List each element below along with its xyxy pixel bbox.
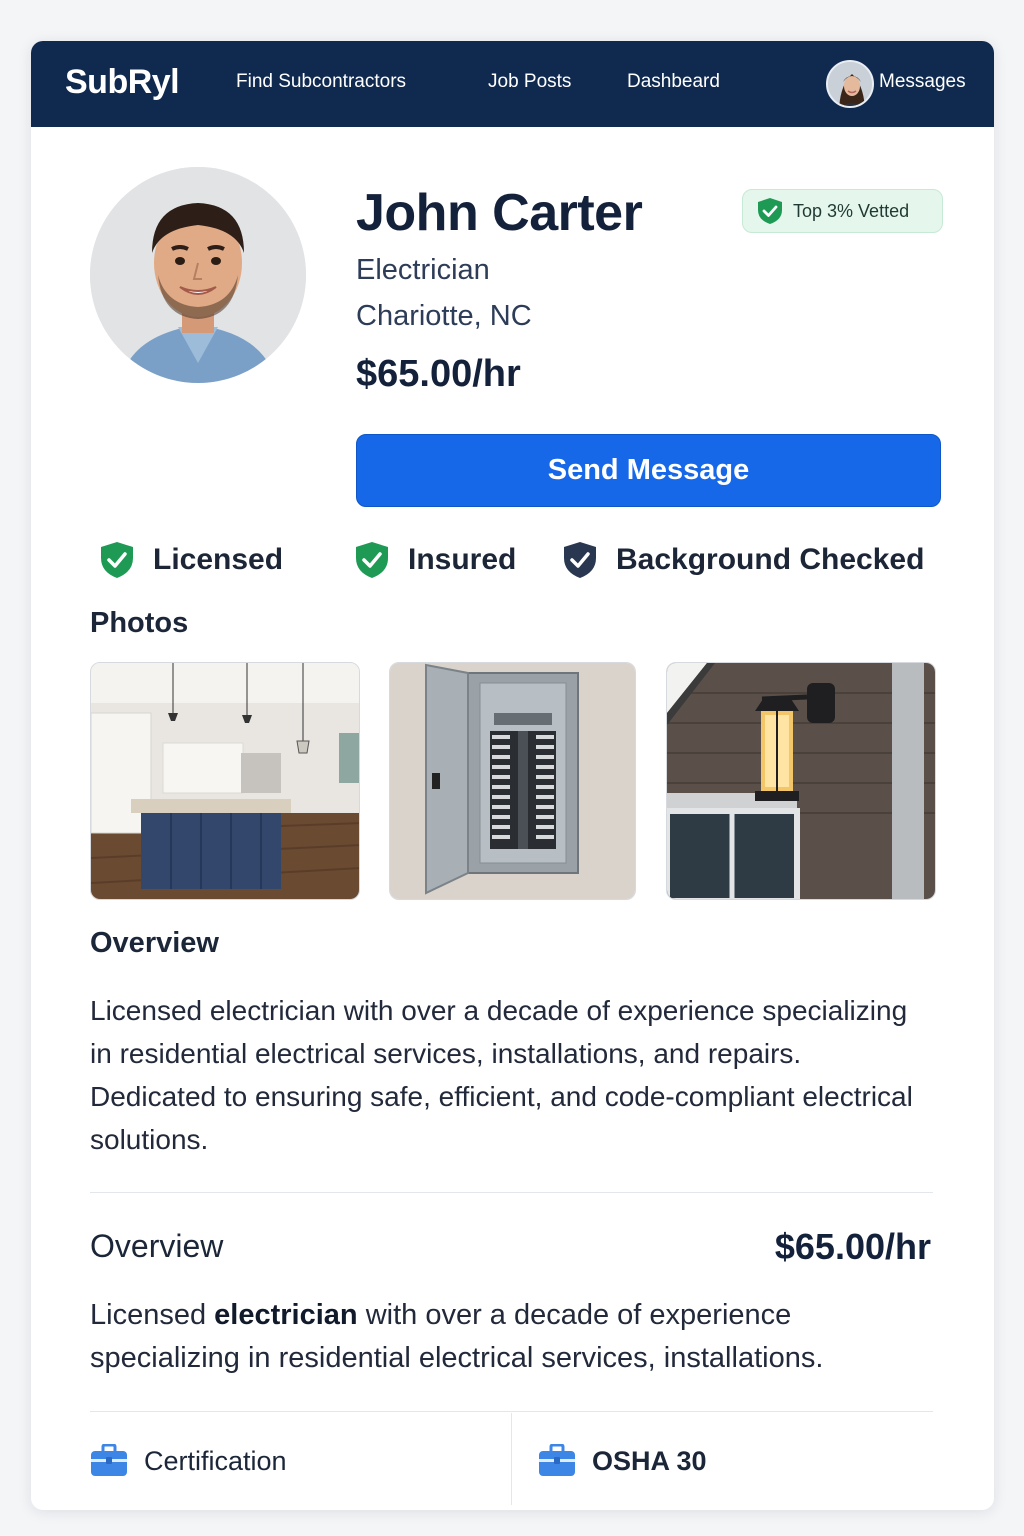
nav-dashboard[interactable]: Dashbeard	[627, 71, 720, 93]
divider	[90, 1192, 933, 1193]
overview-secondary-text-start: Licensed	[90, 1299, 215, 1331]
shield-check-icon	[101, 542, 133, 578]
user-avatar-image	[828, 62, 872, 106]
verification-label: Licensed	[153, 543, 284, 576]
send-message-button[interactable]: Send Message	[356, 434, 941, 507]
nav-job-posts[interactable]: Job Posts	[488, 71, 571, 93]
credential-label: OSHA 30	[592, 1445, 707, 1476]
overview-secondary-rate: $65.00/hr	[774, 1226, 931, 1267]
outdoor-lantern-photo[interactable]	[666, 662, 936, 900]
shield-check-icon	[758, 198, 782, 224]
profile-photo	[90, 167, 306, 383]
vetted-badge: Top 3% Vetted	[742, 189, 943, 233]
verification-background-checked: Background Checked	[562, 539, 924, 581]
verification-label: Background Checked	[616, 543, 925, 576]
credential-certification: Certification	[90, 1441, 287, 1481]
overview-secondary-text: Licensed electrician with over a decade …	[90, 1294, 940, 1380]
shield-check-icon	[356, 542, 388, 578]
profile-photo-image	[90, 167, 306, 383]
kitchen-photo[interactable]	[90, 662, 360, 900]
kitchen-photo-image	[91, 663, 359, 899]
nav-find-subcontractors[interactable]: Find Subcontractors	[236, 71, 406, 93]
user-avatar[interactable]	[826, 60, 874, 108]
vetted-badge-label: Top 3% Vetted	[793, 200, 910, 221]
overview-text: Licensed electrician with over a decade …	[90, 995, 913, 1155]
verification-licensed: Licensed	[99, 539, 283, 581]
profile-trade: Electrician	[356, 254, 490, 286]
credential-osha-30: OSHA 30	[538, 1441, 707, 1481]
profile-rate: $65.00/hr	[356, 353, 521, 395]
divider	[90, 1411, 933, 1412]
shield-check-icon	[564, 542, 596, 578]
overview-secondary-title: Overview	[90, 1228, 224, 1264]
credential-label: Certification	[144, 1445, 287, 1476]
column-divider	[511, 1413, 512, 1505]
logo[interactable]: SubRyl	[65, 63, 180, 102]
verification-insured: Insured	[354, 539, 516, 581]
outdoor-lantern-photo-image	[667, 663, 935, 899]
top-nav: SubRyl Find Subcontractors Job Posts Das…	[31, 41, 994, 127]
briefcase-icon	[91, 1444, 127, 1476]
nav-messages[interactable]: Messages	[879, 71, 966, 93]
verification-label: Insured	[408, 543, 517, 576]
photos-title: Photos	[90, 607, 189, 639]
electrical-panel-photo-image	[390, 663, 635, 899]
profile-card: SubRyl Find Subcontractors Job Posts Das…	[31, 41, 994, 1510]
overview-title: Overview	[90, 927, 219, 959]
electrical-panel-photo[interactable]	[389, 662, 636, 900]
briefcase-icon	[539, 1444, 575, 1476]
profile-name: John Carter	[356, 184, 643, 242]
overview-secondary-text-bold: electrician	[214, 1299, 358, 1331]
profile-location: Chariotte, NC	[356, 300, 532, 332]
